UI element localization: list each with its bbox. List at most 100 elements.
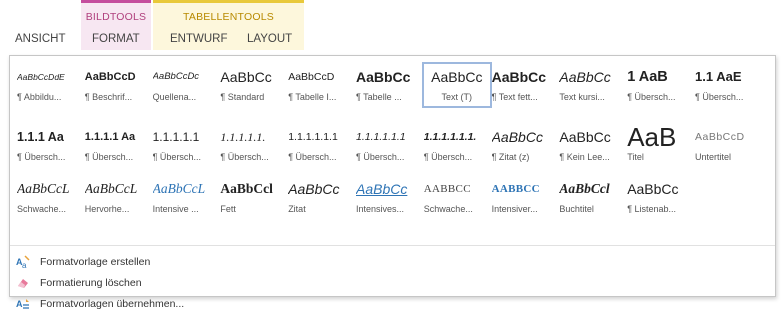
style-preview: 1 AaB [627,69,668,85]
style-tile[interactable]: AaBbCc Zitat [286,174,356,220]
style-tile[interactable]: AaBbCcl Buchtitel [557,174,627,220]
style-name: Buchtitel [559,204,594,214]
style-tile[interactable]: AABBCC Intensiver... [490,174,560,220]
style-preview: AaBbCc [220,69,272,85]
style-tile[interactable]: AaBbCcD ¶ Tabelle I... [286,62,356,108]
style-preview: AaBbCcDdE [17,72,65,82]
style-name: ¶ Text fett... [491,92,538,102]
style-name: ¶ Übersch... [220,152,269,162]
style-name: ¶ Listenab... [627,204,677,214]
style-preview: AaB [627,125,677,149]
style-preview: AaBbCcL [17,181,70,196]
style-preview: AaBbCc [431,69,483,85]
style-preview: AaBbCcDc [152,71,200,82]
style-tile[interactable]: AaBbCcL Hervorhe... [83,174,153,220]
style-tile[interactable]: 1.1.1.1.1.1 ¶ Übersch... [354,122,424,168]
style-name: ¶ Übersch... [423,152,473,162]
style-tile[interactable]: AaBbCcD Untertitel [693,122,763,168]
style-tile[interactable]: 1.1 AaE ¶ Übersch... [693,62,763,108]
style-name: ¶ Kein Lee... [559,152,610,162]
style-name: ¶ Beschrif... [84,92,133,102]
style-name: Fett [220,204,236,214]
tabellentools-label: TABELLENTOOLS [183,11,274,23]
style-name: ¶ Übersch... [84,152,134,162]
style-tile[interactable]: AaBbCc ¶ Listenab... [625,174,695,220]
style-tile[interactable]: 1.1.1.1.1.1 ¶ Übersch... [286,122,356,168]
style-tile[interactable]: AaBbCc Text kursi... [557,62,627,108]
style-preview: AABBCC [491,183,540,195]
clear-formatting-icon [16,276,30,290]
apply-styles-command[interactable]: A Formatvorlagen übernehmen... [16,295,184,313]
style-name: ¶ Übersch... [627,92,676,102]
style-tile[interactable]: AaBbCcDdE ¶ Abbildu... [15,62,85,108]
style-name: Quellena... [152,92,197,102]
gallery-separator [10,245,775,246]
style-name: Schwache... [423,204,473,214]
style-name: Zitat [288,204,306,214]
style-preview: 1.1.1 Aa [17,130,64,144]
style-name: ¶ Tabelle I... [288,92,337,102]
style-tile[interactable]: AaBbCc Intensives... [354,174,424,220]
style-tile[interactable]: AaB Titel [625,122,695,168]
style-name: Schwache... [17,204,67,214]
style-tile[interactable]: AaBbCcDc Quellena... [151,62,221,108]
style-preview: AaBbCcl [220,181,273,196]
tab-ansicht[interactable]: ANSICHT [15,33,65,45]
style-preview: AaBbCcL [152,181,206,196]
style-name: Text kursi... [559,92,605,102]
style-preview: AaBbCc [559,129,611,145]
style-preview: 1.1.1.1.1.1 [356,131,406,143]
style-preview: AaBbCc [356,69,411,85]
apply-styles-label: Formatvorlagen übernehmen... [40,298,185,310]
clear-formatting-command[interactable]: Formatierung löschen [16,274,142,292]
style-tile[interactable]: AaBbCc ¶ Tabelle ... [354,62,424,108]
create-style-command[interactable]: Aa Formatvorlage erstellen [16,253,150,271]
style-tile[interactable]: AaBbCc ¶ Kein Lee... [557,122,627,168]
style-tile[interactable]: AaBbCc ¶ Text fett... [490,62,560,108]
style-tile[interactable]: AaBbCcl Fett [218,174,288,220]
style-preview: 1.1.1.1.1.1 [288,131,338,143]
style-tile[interactable]: AABBCC Schwache... [422,174,492,220]
clear-formatting-label: Formatierung löschen [40,277,142,289]
tab-layout[interactable]: LAYOUT [247,33,292,45]
style-tile[interactable]: 1.1.1.1 Aa ¶ Übersch... [83,122,153,168]
style-name: ¶ Übersch... [152,152,201,162]
style-name: Intensives... [356,204,405,214]
style-preview: 1.1.1.1.1 [152,130,200,144]
style-preview: AABBCC [423,183,471,195]
style-tile[interactable]: 1.1.1.1.1.1. ¶ Übersch... [422,122,492,168]
style-name: ¶ Übersch... [356,152,405,162]
style-tile[interactable]: 1.1.1.1.1 ¶ Übersch... [151,122,221,168]
style-preview: 1.1.1.1.1.1. [423,131,477,143]
tab-entwurf[interactable]: ENTWURF [170,33,228,45]
style-tile[interactable]: AaBbCcD ¶ Beschrif... [83,62,153,108]
style-preview: AaBbCcL [84,181,138,196]
style-name: Intensive ... [152,204,199,214]
style-tile[interactable]: AaBbCcL Intensive ... [151,174,221,220]
style-preview: AaBbCc [491,129,543,145]
style-name: ¶ Übersch... [17,152,66,162]
styles-gallery-dropdown: AaBbCcDdE ¶ Abbildu... AaBbCcD ¶ Beschrif..… [9,55,776,310]
style-tile[interactable]: AaBbCcL Schwache... [15,174,85,220]
style-tile[interactable]: AaBbCc Text (T) [421,62,492,108]
style-preview: AaBbCc [356,181,408,197]
style-tile[interactable]: AaBbCc ¶ Zitat (z) [490,122,560,168]
ribbon-tab-strip: BILDTOOLS TABELLENTOOLS ANSICHT FORMAT E… [0,0,784,50]
style-name: ¶ Abbildu... [17,92,62,102]
style-name: Intensiver... [491,204,538,214]
style-preview: AaBbCcD [84,71,136,83]
style-name: ¶ Standard [220,92,265,102]
style-preview: AaBbCc [627,181,679,197]
svg-text:a: a [22,261,27,269]
create-style-icon: Aa [16,255,30,270]
style-tile[interactable]: 1 AaB ¶ Übersch... [625,62,695,108]
style-preview: AaBbCc [288,181,340,197]
style-name: Titel [627,152,644,162]
style-name: ¶ Zitat (z) [491,152,530,162]
style-tile[interactable]: 1.1.1.1.1. ¶ Übersch... [218,122,288,168]
style-preview: AaBbCcD [695,131,745,143]
style-tile[interactable]: 1.1.1 Aa ¶ Übersch... [15,122,85,168]
style-name: ¶ Übersch... [288,152,337,162]
style-tile[interactable]: AaBbCc ¶ Standard [218,62,288,108]
tab-format[interactable]: FORMAT [92,33,140,45]
